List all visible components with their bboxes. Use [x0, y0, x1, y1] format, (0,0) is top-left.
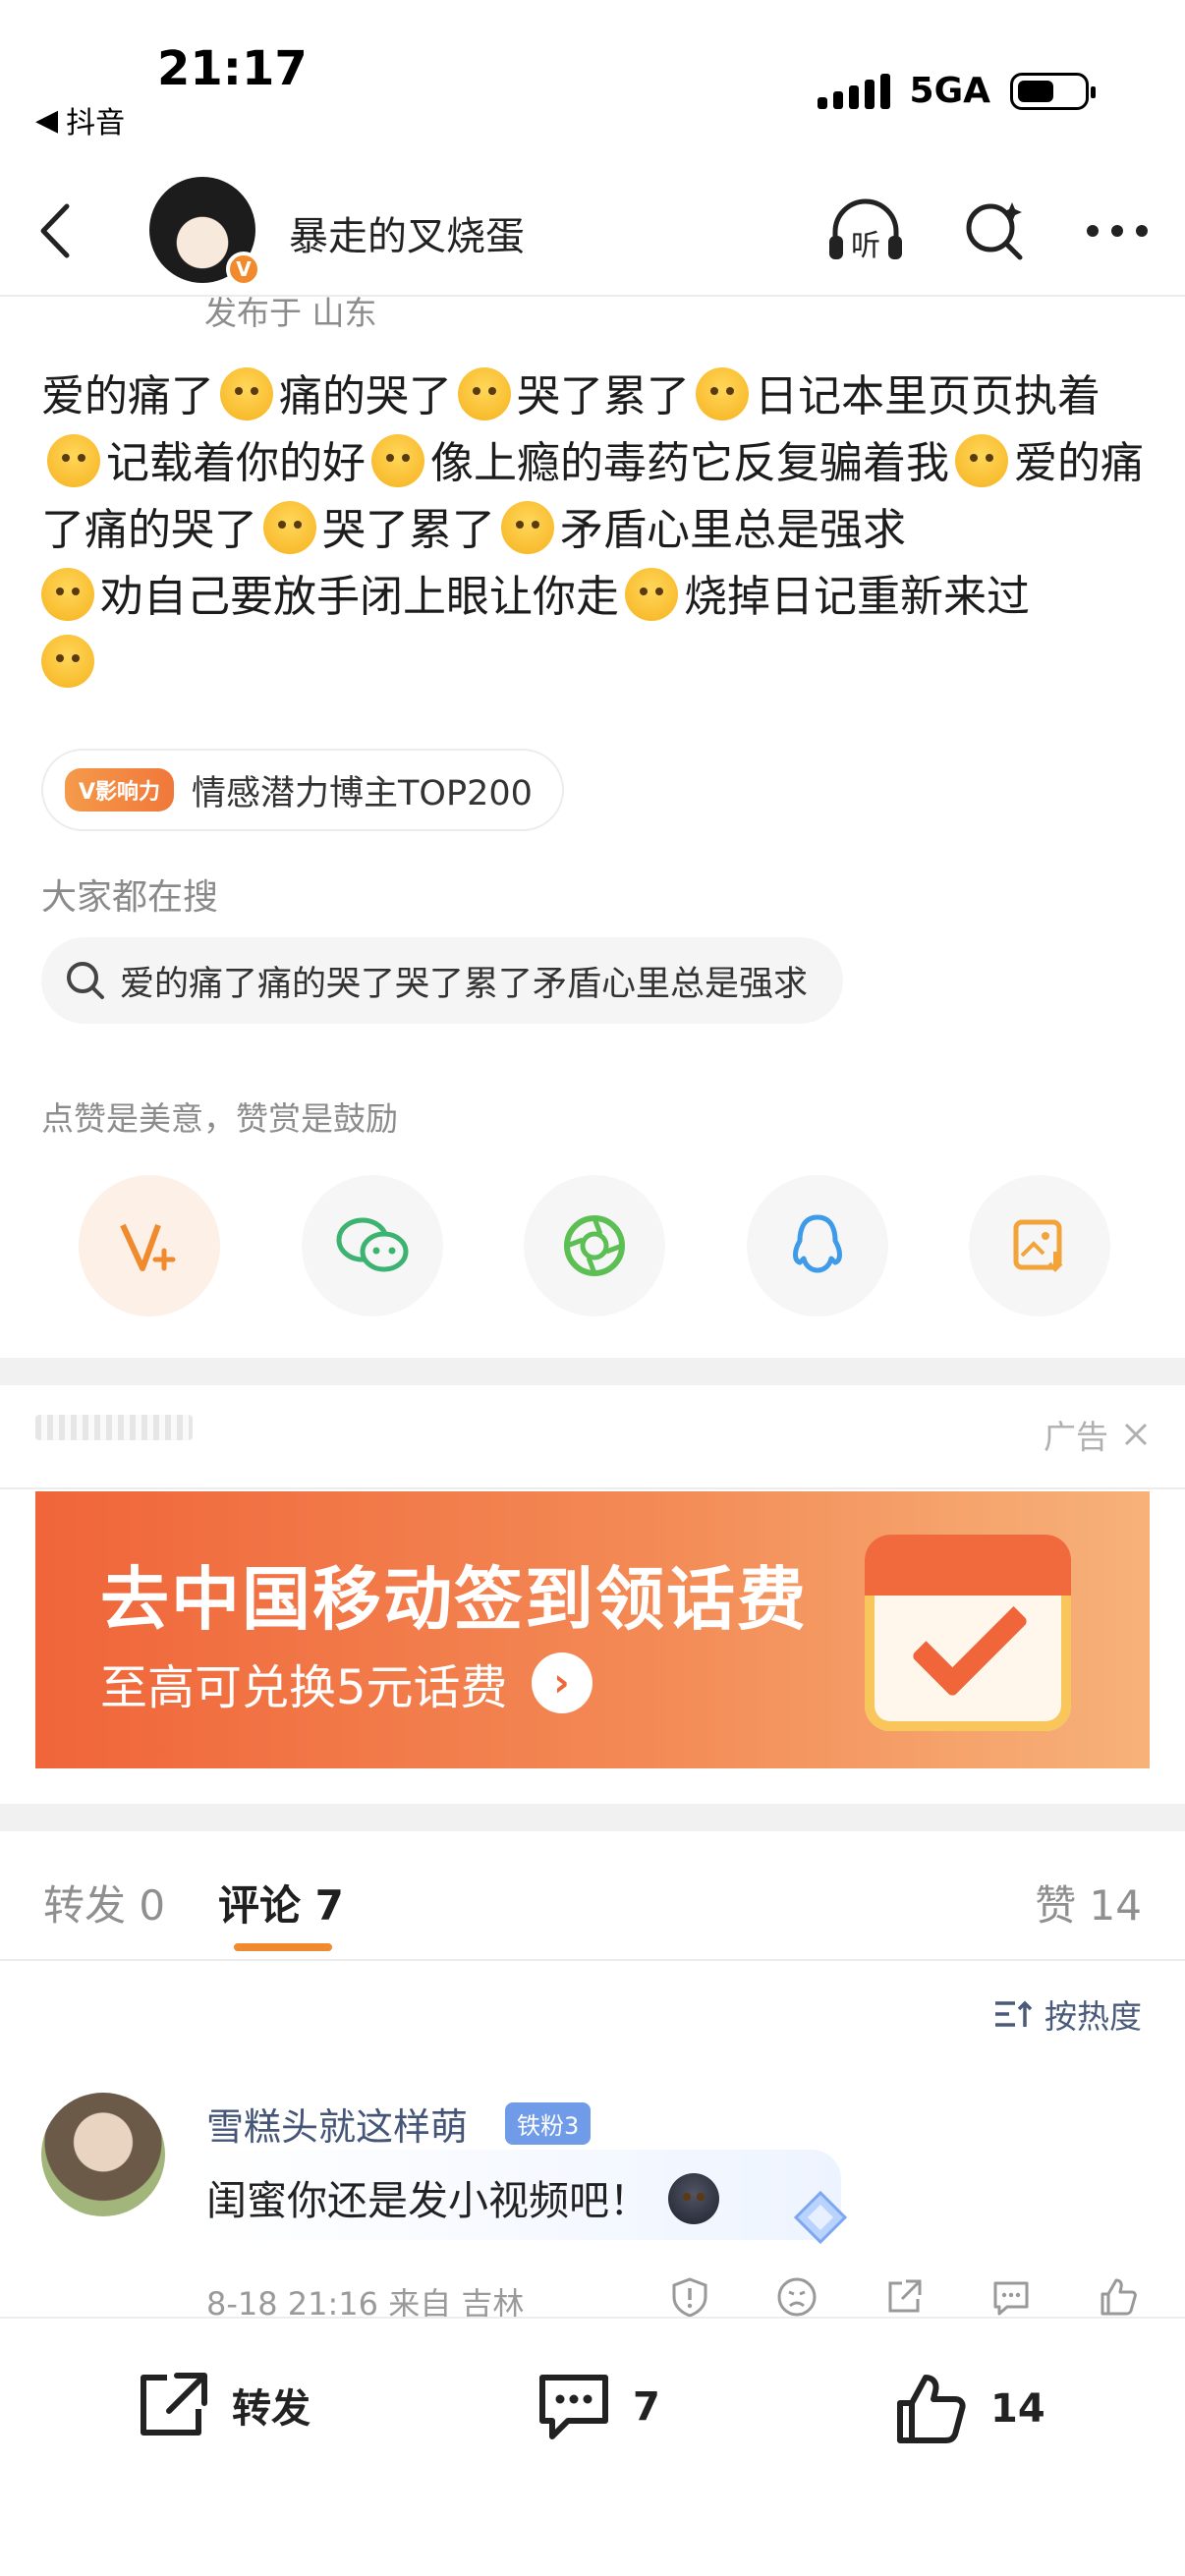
pensive-emoji-icon	[955, 434, 1008, 487]
fan-badge: 铁粉3	[505, 2102, 592, 2145]
author-name[interactable]: 暴走的叉烧蛋	[289, 204, 525, 261]
more-icon[interactable]	[1085, 221, 1150, 241]
ad-subtitle-row: 至高可兑换5元话费 ›	[100, 1649, 592, 1717]
status-indicators: 5GA	[817, 71, 1096, 111]
battery-icon	[1010, 72, 1096, 110]
pleading-emoji-icon	[41, 568, 94, 621]
report-icon[interactable]	[668, 2275, 711, 2319]
sort-label: 按热度	[1044, 1997, 1142, 2036]
crying-emoji-icon	[696, 367, 749, 420]
chevron-left-icon	[40, 203, 70, 258]
qq-icon	[792, 1214, 842, 1273]
dark-moon-emoji-icon	[668, 2173, 720, 2224]
bottom-comment-button[interactable]: 7	[535, 2370, 660, 2444]
status-time: 21:17	[157, 41, 308, 96]
checkmark-icon	[910, 1579, 1030, 1699]
sort-icon	[995, 2000, 1033, 2027]
winking-tongue-emoji-icon	[41, 635, 94, 688]
ad-tag-text: 广告	[1044, 1418, 1108, 1456]
author-avatar[interactable]: V	[149, 177, 261, 287]
ad-source-blurred	[35, 1415, 193, 1440]
save-image-icon	[1013, 1219, 1063, 1272]
section-divider	[0, 1804, 1185, 1831]
pensive-emoji-icon	[47, 434, 100, 487]
section-divider	[0, 1358, 1185, 1385]
thumbs-up-icon	[897, 2375, 966, 2443]
comment-text: 闺蜜你还是发小视频吧！	[206, 2167, 725, 2226]
close-icon[interactable]	[1122, 1421, 1150, 1448]
crying-emoji-icon	[501, 501, 554, 554]
repost-icon	[141, 2373, 207, 2436]
moments-icon	[564, 1215, 625, 1276]
bottom-repost-button[interactable]: 转发	[134, 2370, 310, 2440]
influence-badge[interactable]: V影响力 情感潜力博主TOP200	[41, 749, 564, 831]
commenter-name[interactable]: 雪糕头就这样萌	[206, 2097, 468, 2151]
ad-divider	[0, 1487, 1185, 1489]
save-image-button[interactable]	[969, 1175, 1110, 1316]
bottom-action-bar: 转发 7 14	[0, 2317, 1185, 2576]
smile-emoji-icon	[371, 434, 424, 487]
verified-badge: V	[226, 252, 261, 287]
ad-subtitle: 至高可兑换5元话费	[100, 1660, 508, 1715]
header-divider	[0, 295, 1185, 297]
loudly-crying-emoji-icon	[263, 501, 316, 554]
praise-label: 点赞是美意，赞赏是鼓励	[41, 1099, 398, 1138]
diamond-decoration-icon	[793, 2190, 848, 2245]
bottom-comment-count: 7	[633, 2384, 660, 2430]
tabs-divider	[0, 1959, 1185, 1961]
bottom-repost-label: 转发	[232, 2386, 310, 2432]
share-row	[79, 1175, 1110, 1316]
post-location: 发布于 山东	[204, 294, 377, 332]
reward-v-icon	[120, 1223, 176, 1271]
back-triangle-icon: ◀	[35, 102, 59, 138]
reply-comment-icon[interactable]	[989, 2275, 1033, 2319]
comment-actions	[668, 2275, 1140, 2319]
signal-icon	[817, 73, 890, 109]
trending-search-query: 爱的痛了痛的哭了哭了累了矛盾心里总是强求	[120, 964, 809, 1004]
ad-label[interactable]: 广告	[1044, 1411, 1150, 1458]
nav-actions: 听	[825, 196, 1150, 265]
back-button[interactable]	[31, 196, 81, 265]
influence-text: 情感潜力博主TOP200	[192, 773, 533, 813]
loudly-crying-emoji-icon	[458, 367, 511, 420]
tab-like[interactable]: 赞 14	[1035, 1873, 1142, 1932]
share-qq-button[interactable]	[746, 1175, 888, 1316]
svg-text:听: 听	[851, 229, 880, 263]
ad-title: 去中国移动签到领话费	[100, 1559, 808, 1640]
like-comment-icon[interactable]	[1097, 2275, 1140, 2319]
comment-icon	[539, 2375, 608, 2439]
search-icon[interactable]	[963, 198, 1028, 263]
tab-comment[interactable]: 评论 7	[218, 1873, 344, 1932]
tab-repost[interactable]: 转发 0	[43, 1873, 165, 1932]
bandage-face-emoji-icon	[220, 367, 273, 420]
wechat-icon	[336, 1217, 408, 1272]
arrow-right-icon: ›	[531, 1652, 592, 1713]
bottom-like-button[interactable]: 14	[892, 2370, 1045, 2448]
calendar-icon	[865, 1535, 1071, 1731]
commenter-avatar[interactable]	[41, 2093, 165, 2216]
reward-button[interactable]	[79, 1175, 220, 1316]
share-comment-icon[interactable]	[882, 2275, 926, 2319]
sort-by-hot-button[interactable]: 按热度	[993, 1990, 1142, 2038]
share-moments-button[interactable]	[524, 1175, 665, 1316]
back-app-label: 抖音	[66, 106, 126, 140]
share-wechat-button[interactable]	[301, 1175, 443, 1316]
listen-icon[interactable]: 听	[825, 196, 906, 265]
influence-tag: V影响力	[65, 768, 175, 812]
active-tab-indicator	[234, 1943, 332, 1951]
tired-emoji-icon	[625, 568, 678, 621]
ad-banner[interactable]: 去中国移动签到领话费 至高可兑换5元话费 ›	[35, 1491, 1150, 1768]
dislike-face-icon[interactable]	[775, 2275, 818, 2319]
trending-search-pill[interactable]: 爱的痛了痛的哭了哭了累了矛盾心里总是强求	[41, 937, 844, 1024]
back-to-app[interactable]: ◀ 抖音	[35, 98, 125, 141]
post-content: 爱的痛了 痛的哭了 哭了累了 日记本里页页执着记载着你的好 像上瘾的毒药它反复骗着我 爱的…	[41, 364, 1152, 698]
bottom-like-count: 14	[990, 2386, 1045, 2432]
trending-search-label: 大家都在搜	[41, 877, 219, 918]
search-icon	[67, 962, 104, 999]
network-type: 5GA	[909, 71, 990, 111]
